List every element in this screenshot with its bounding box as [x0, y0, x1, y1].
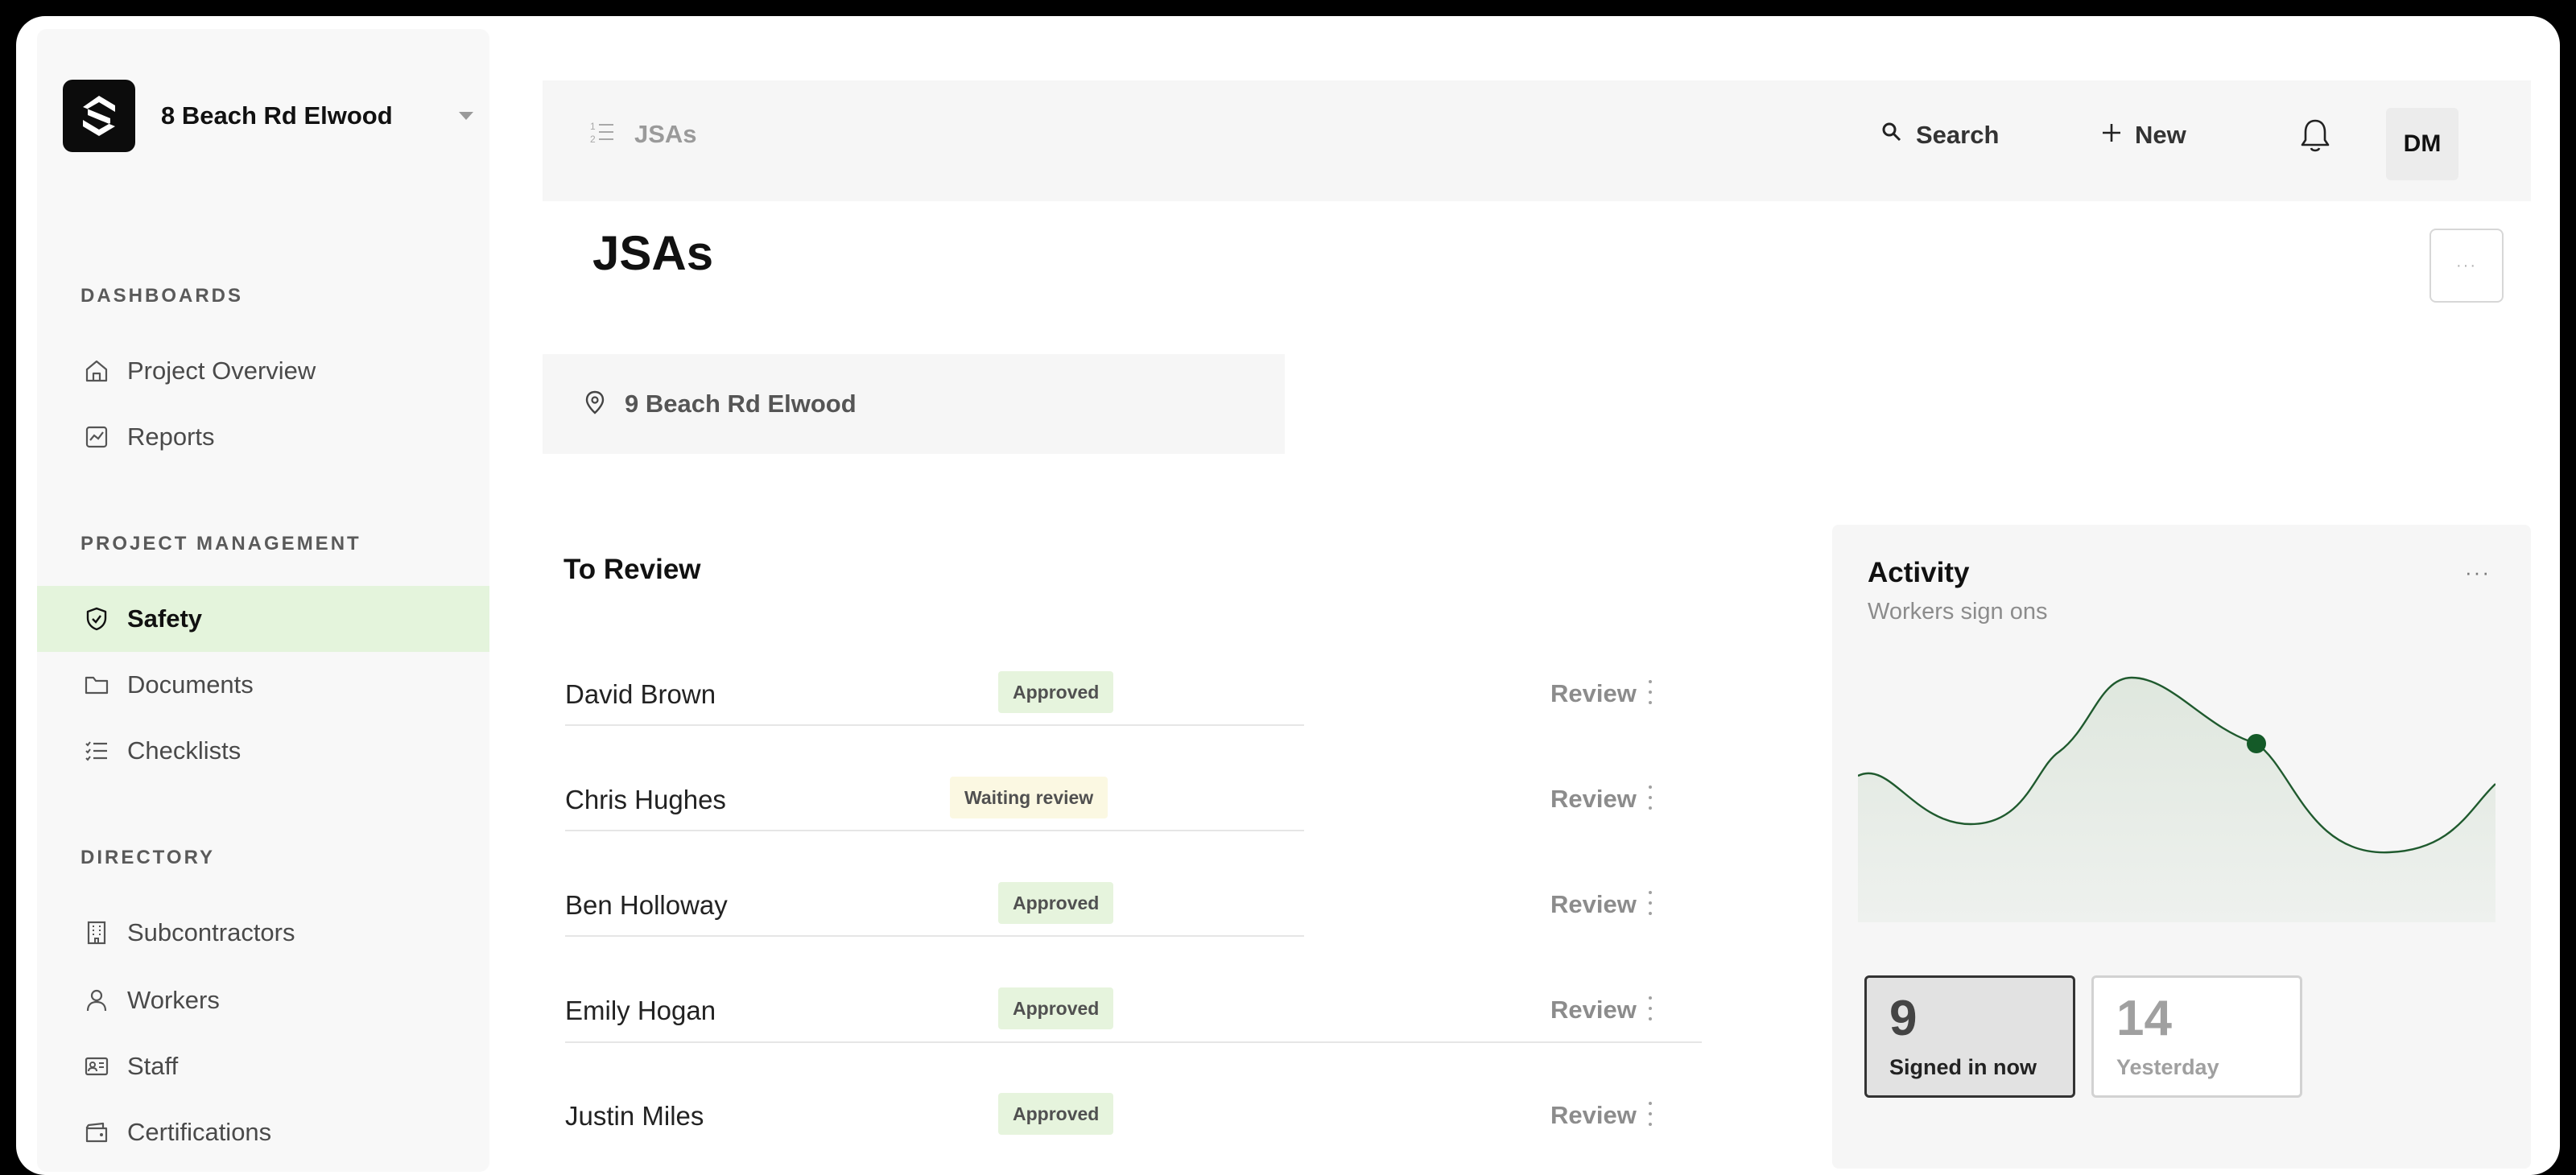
sidebar-item-project-overview[interactable]: Project Overview — [37, 338, 489, 404]
status-badge: Approved — [998, 882, 1114, 924]
status-badge: Waiting review — [950, 777, 1108, 818]
divider — [565, 1041, 1702, 1043]
table-row[interactable]: Justin Miles Approved Review — [565, 1066, 1686, 1169]
search-icon — [1880, 121, 1903, 150]
sidebar-item-workers[interactable]: Workers — [37, 967, 489, 1033]
checklist-icon — [82, 736, 111, 765]
sidebar-item-label: Certifications — [127, 1118, 272, 1146]
table-row[interactable]: Chris Hughes Waiting review Review — [565, 749, 1686, 852]
status-badge: Approved — [998, 987, 1114, 1029]
more-vertical-icon[interactable] — [1642, 676, 1658, 708]
plus-icon — [2101, 121, 2122, 150]
sidebar-item-safety[interactable]: Safety — [37, 586, 489, 652]
sidebar-item-label: Documents — [127, 670, 254, 699]
logo-icon — [63, 80, 135, 152]
divider — [565, 724, 1304, 726]
project-switcher[interactable]: 8 Beach Rd Elwood — [63, 79, 478, 153]
sidebar-item-label: Staff — [127, 1052, 179, 1080]
svg-text:2: 2 — [590, 134, 596, 145]
sidebar-item-reports[interactable]: Reports — [37, 404, 489, 470]
stat-yesterday[interactable]: 14 Yesterday — [2091, 975, 2302, 1098]
page-title: JSAs — [592, 226, 714, 280]
activity-title: Activity — [1868, 557, 1970, 588]
table-row[interactable]: Emily Hogan Approved Review — [565, 960, 1686, 1063]
location-pin-icon — [584, 390, 605, 418]
activity-marker — [2247, 734, 2266, 753]
activity-subtitle: Workers sign ons — [1868, 599, 2048, 625]
sidebar-item-label: Subcontractors — [127, 918, 295, 946]
user-icon — [82, 986, 111, 1015]
search-button[interactable]: Search — [1880, 121, 1999, 150]
sidebar-item-documents[interactable]: Documents — [37, 652, 489, 718]
activity-sparkline — [1858, 676, 2496, 922]
more-vertical-icon[interactable] — [1642, 781, 1658, 814]
review-button[interactable]: Review — [1550, 785, 1637, 814]
worker-name: Emily Hogan — [565, 996, 716, 1025]
stat-label: Signed in now — [1889, 1055, 2037, 1079]
sidebar-item-label: Workers — [127, 986, 220, 1014]
sidebar-item-label: Safety — [127, 604, 203, 633]
status-badge: Approved — [998, 671, 1114, 713]
more-vertical-icon[interactable] — [1642, 992, 1658, 1025]
review-button[interactable]: Review — [1550, 679, 1637, 708]
stat-value: 9 — [1889, 991, 1918, 1046]
divider — [565, 935, 1304, 937]
sidebar: 8 Beach Rd Elwood DASHBOARDS Project Ove… — [37, 29, 489, 1172]
more-vertical-icon[interactable] — [1642, 1098, 1658, 1130]
activity-card: Activity Workers sign ons ··· 9 Signed i… — [1832, 525, 2531, 1169]
review-button[interactable]: Review — [1550, 996, 1637, 1025]
section-label-directory: DIRECTORY — [80, 847, 216, 868]
table-row[interactable]: David Brown Approved Review — [565, 644, 1686, 747]
stat-value: 14 — [2116, 991, 2172, 1046]
sidebar-item-label: Project Overview — [127, 357, 316, 385]
sidebar-item-subcontractors[interactable]: Subcontractors — [37, 900, 489, 966]
folder-icon — [82, 670, 111, 699]
breadcrumb[interactable]: 12 JSAs — [589, 119, 697, 149]
svg-text:1: 1 — [590, 121, 596, 132]
breadcrumb-label: JSAs — [634, 119, 697, 148]
building-icon — [82, 918, 111, 947]
sidebar-item-staff[interactable]: Staff — [37, 1033, 489, 1099]
bell-icon[interactable] — [2299, 118, 2331, 155]
review-button[interactable]: Review — [1550, 1101, 1637, 1130]
wallet-icon — [82, 1118, 111, 1147]
avatar[interactable]: DM — [2386, 108, 2458, 180]
worker-name: Justin Miles — [565, 1101, 704, 1131]
new-label: New — [2135, 121, 2186, 149]
new-button[interactable]: New — [2101, 121, 2186, 150]
home-icon — [82, 357, 111, 385]
more-vertical-icon[interactable] — [1642, 887, 1658, 919]
activity-area — [1858, 678, 2496, 922]
table-row[interactable]: Ben Holloway Approved Review — [565, 855, 1686, 958]
stat-signed-in-now[interactable]: 9 Signed in now — [1864, 975, 2075, 1098]
divider — [565, 830, 1304, 831]
stat-label: Yesterday — [2116, 1055, 2219, 1079]
worker-name: David Brown — [565, 679, 716, 709]
search-label: Search — [1916, 121, 2000, 149]
sidebar-item-certifications[interactable]: Certifications — [37, 1099, 489, 1165]
sidebar-item-checklists[interactable]: Checklists — [37, 718, 489, 784]
sidebar-item-label: Reports — [127, 423, 215, 451]
location-label: 9 Beach Rd Elwood — [625, 390, 857, 418]
more-horizontal-icon[interactable]: ··· — [2465, 560, 2491, 585]
status-badge: Approved — [998, 1093, 1114, 1135]
chart-icon — [82, 423, 111, 451]
section-label-project-management: PROJECT MANAGEMENT — [80, 533, 361, 555]
shield-icon — [82, 604, 111, 633]
sidebar-item-label: Checklists — [127, 736, 242, 765]
project-name: 8 Beach Rd Elwood — [161, 101, 393, 130]
id-card-icon — [82, 1052, 111, 1081]
review-button[interactable]: Review — [1550, 890, 1637, 919]
chevron-down-icon — [459, 112, 473, 120]
location-filter[interactable]: 9 Beach Rd Elwood — [543, 354, 1285, 454]
page-more-button[interactable]: ··· — [2429, 229, 2504, 303]
worker-name: Chris Hughes — [565, 785, 726, 814]
section-label-dashboards: DASHBOARDS — [80, 285, 244, 307]
review-section-title: To Review — [564, 554, 701, 585]
app-window: 8 Beach Rd Elwood DASHBOARDS Project Ove… — [16, 16, 2560, 1175]
numbered-list-icon: 12 — [589, 119, 615, 149]
top-bar: 12 JSAs Search New DM — [543, 80, 2531, 201]
worker-name: Ben Holloway — [565, 890, 728, 920]
